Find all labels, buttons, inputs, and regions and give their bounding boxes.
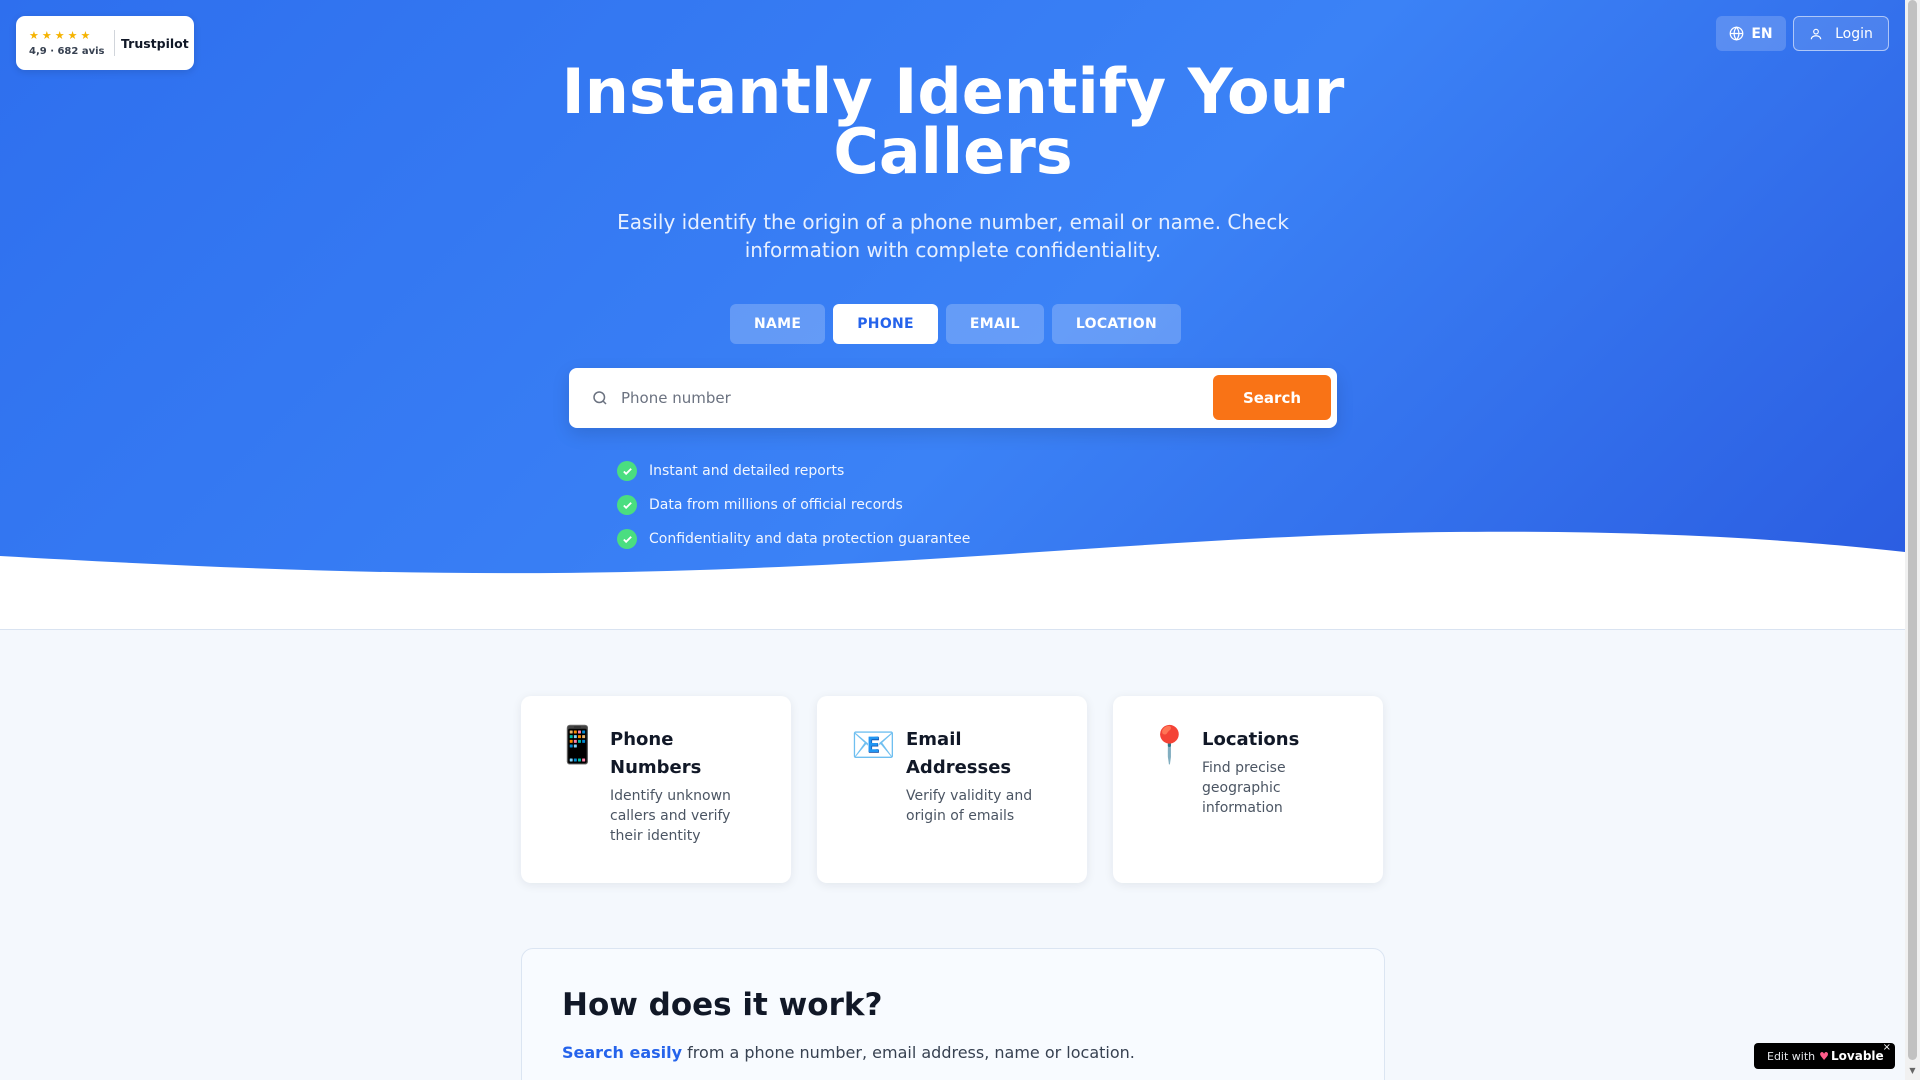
login-button[interactable]: Login [1793,16,1889,51]
trustpilot-logo: Trustpilot [121,35,189,51]
highlight-text: Search easily [562,1043,683,1062]
user-icon [1810,28,1822,39]
language-button[interactable]: EN [1716,16,1786,51]
trustpilot-badge[interactable]: ★★★★★ 4,9 · 682 avis Trustpilot [16,16,194,70]
card-description: Verify validity and origin of emails [906,788,1033,824]
page-title: Instantly Identify Your Callers [561,55,1345,188]
scrollbar[interactable]: ▼ [1905,0,1920,1080]
feature-text: Confidentiality and data protection guar… [649,531,971,547]
scroll-down-icon[interactable]: ▼ [1908,1066,1917,1076]
language-label: EN [1751,25,1773,42]
tab-email[interactable]: EMAIL [945,304,1044,344]
card-title: Email Addresses [906,729,1012,778]
login-label: Login [1835,25,1873,42]
card-title: Locations [1202,729,1300,750]
check-circle-icon [617,461,637,481]
hero-bottom-band [0,575,1905,629]
location-pin-icon: 📍 [1147,725,1192,766]
tab-location[interactable]: LOCATION [1051,304,1182,344]
search-bar: Search [569,368,1337,428]
card-email-addresses: 📧 Email Addresses Verify validity and or… [817,696,1087,883]
tab-phone[interactable]: PHONE [833,304,938,344]
phone-number-input[interactable] [621,382,1201,414]
list-item: Confidentiality and data protection guar… [617,529,970,549]
how-it-works-section: How does it work? Search easily from a p… [521,948,1385,1080]
search-icon [593,391,607,405]
list-item: Data from millions of official records [617,495,970,515]
search-type-tabs: NAME PHONE EMAIL LOCATION [730,304,1182,344]
card-description: Find precise geographic information [1202,760,1286,816]
feature-text: Instant and detailed reports [649,463,845,479]
email-icon: 📧 [851,725,896,766]
mobile-phone-icon: 📱 [555,725,600,766]
list-item: Instant and detailed reports [617,461,970,481]
rating-stars-icon: ★★★★★ [29,29,94,42]
close-icon[interactable]: × [1883,1042,1891,1053]
search-button[interactable]: Search [1213,375,1331,420]
check-circle-icon [617,529,637,549]
section-title: How does it work? [562,987,883,1023]
badge-prefix: Edit with [1767,1049,1816,1063]
rating-text: 4,9 · 682 avis [29,46,105,57]
check-circle-icon [617,495,637,515]
section-divider [0,629,1905,630]
body-text: from a phone number, email address, name… [682,1043,1135,1062]
tab-name[interactable]: NAME [730,304,826,344]
feature-text: Data from millions of official records [649,497,903,513]
card-title: Phone Numbers [610,729,702,778]
card-phone-numbers: 📱 Phone Numbers Identify unknown callers… [521,696,791,883]
badge-divider [114,30,115,56]
globe-icon [1729,26,1744,41]
heart-icon: ♥ [1819,1049,1830,1063]
feature-list: Instant and detailed reports Data from m… [617,461,970,563]
card-locations: 📍 Locations Find precise geographic info… [1113,696,1383,883]
page-subtitle: Easily identify the origin of a phone nu… [617,210,1289,262]
edit-with-lovable-badge[interactable]: Edit with ♥ Lovable × [1754,1042,1895,1069]
lovable-logo: Lovable [1831,1049,1884,1063]
section-text: Search easily from a phone number, email… [562,1043,1135,1062]
scrollbar-thumb[interactable] [1908,0,1917,1060]
card-description: Identify unknown callers and verify thei… [610,788,731,844]
